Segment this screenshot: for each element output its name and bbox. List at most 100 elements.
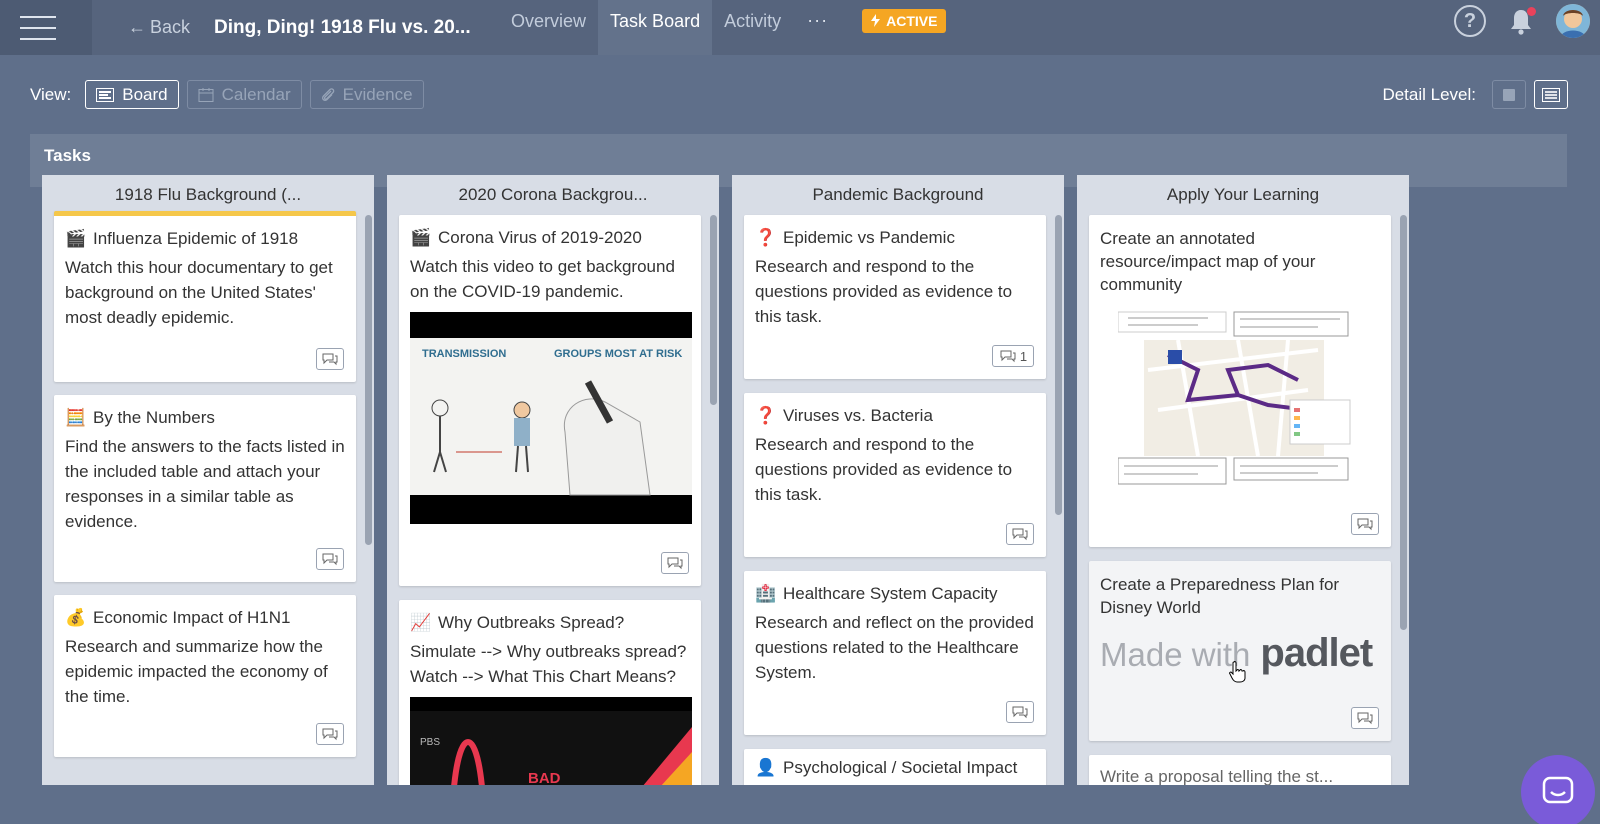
hospital-icon: 🏥 [755, 584, 777, 603]
column-scrollbar[interactable] [1055, 215, 1062, 515]
column-scrollbar[interactable] [710, 215, 717, 405]
card-title-row: 🎬 Influenza Epidemic of 1918 [65, 228, 345, 249]
calendar-icon [198, 87, 214, 102]
tab-overview[interactable]: Overview [499, 0, 598, 55]
chat-icon [1542, 776, 1574, 804]
map-thumbnail[interactable] [1117, 310, 1370, 488]
question-mark-icon: ❓ [755, 406, 777, 425]
detail-low-button[interactable] [1492, 80, 1526, 109]
task-card[interactable]: Create an annotated resource/impact map … [1089, 215, 1391, 547]
question-mark-icon: ❓ [755, 228, 777, 247]
card-description: Watch this hour documentary to get backg… [65, 258, 333, 327]
status-label: ACTIVE [886, 12, 938, 29]
chart-increasing-icon: 📈 [410, 613, 432, 632]
view-switcher: View: Board Calendar Evidence [30, 80, 424, 109]
evidence-label: Evidence [342, 84, 413, 104]
column-scrollbar[interactable] [1400, 215, 1407, 630]
card-description: Research and summarize how the epidemic … [65, 637, 328, 706]
lightning-icon [871, 14, 881, 27]
comment-icon[interactable] [661, 552, 689, 574]
card-title-row: 💰 Economic Impact of H1N1 [65, 607, 345, 628]
hand-cursor-icon [1229, 661, 1247, 688]
square-icon [1503, 88, 1515, 101]
task-card[interactable]: Write a proposal telling the st... [1089, 755, 1391, 785]
notification-dot [1527, 7, 1536, 16]
video-thumbnail[interactable]: PBS BAD [410, 697, 692, 785]
abacus-icon: 🧮 [65, 408, 87, 427]
task-card[interactable]: 🏥 Healthcare System Capacity Research an… [744, 571, 1046, 735]
column-title[interactable]: 1918 Flu Background (... [42, 175, 374, 215]
comment-icon[interactable] [316, 723, 344, 745]
project-title: Ding, Ding! 1918 Flu vs. 20... [214, 16, 471, 38]
comment-icon[interactable] [316, 348, 344, 370]
back-label: Back [150, 17, 191, 37]
thumb-label-bad: BAD [528, 770, 561, 785]
notification-bell-icon[interactable] [1508, 7, 1536, 35]
task-card[interactable]: 🧮 By the Numbers Find the answers to the… [54, 395, 356, 582]
task-card[interactable]: 💰 Economic Impact of H1N1 Research and s… [54, 595, 356, 757]
outbreak-video-image: PBS BAD [410, 697, 692, 785]
card-title: Influenza Epidemic of 1918 [93, 229, 299, 248]
status-badge: ACTIVE [862, 8, 947, 33]
comment-icon[interactable] [1006, 701, 1034, 723]
comment-icon[interactable]: 1 [992, 345, 1034, 367]
menu-line [20, 37, 56, 40]
card-title: By the Numbers [93, 408, 215, 427]
task-card[interactable]: ❓ Epidemic vs Pandemic Research and resp… [744, 215, 1046, 379]
task-column: Pandemic Background ❓ Epidemic vs Pandem… [732, 175, 1064, 785]
paperclip-icon [321, 87, 334, 101]
chat-support-button[interactable] [1521, 755, 1595, 824]
task-card[interactable]: ❓ Viruses vs. Bacteria Research and resp… [744, 393, 1046, 557]
list-icon [1542, 87, 1560, 102]
board-view-button[interactable]: Board [85, 80, 179, 109]
card-description: Create a Preparedness Plan for Disney Wo… [1100, 575, 1340, 617]
card-title: Epidemic vs Pandemic [783, 228, 955, 247]
comment-icon[interactable] [316, 548, 344, 570]
task-card[interactable]: 👤 Psychological / Societal Impact [744, 749, 1046, 785]
task-card[interactable]: 🎬 Influenza Epidemic of 1918 Watch this … [54, 211, 356, 382]
card-title-row: ❓ Viruses vs. Bacteria [755, 405, 1035, 426]
tab-task-board[interactable]: Task Board [598, 0, 713, 55]
card-description: Research and respond to the questions pr… [755, 257, 1013, 326]
top-right-tools: ? [1454, 0, 1590, 42]
task-card[interactable]: 📈 Why Outbreaks Spread? Simulate --> Why… [399, 600, 701, 785]
detail-high-button[interactable] [1534, 80, 1568, 109]
column-title[interactable]: Pandemic Background [732, 175, 1064, 215]
user-avatar[interactable] [1556, 4, 1590, 38]
detail-level: Detail Level: [1382, 80, 1568, 109]
view-label: View: [30, 84, 72, 104]
task-column: 2020 Corona Backgrou... 🎬 Corona Virus o… [387, 175, 719, 785]
card-title-row: 🏥 Healthcare System Capacity [755, 583, 1035, 604]
card-title: Viruses vs. Bacteria [783, 406, 933, 425]
comment-icon[interactable] [1351, 513, 1379, 535]
card-title: Psychological / Societal Impact [783, 758, 1018, 777]
calendar-view-button[interactable]: Calendar [186, 80, 302, 109]
community-map-image [1117, 310, 1370, 488]
comment-icon[interactable] [1006, 523, 1034, 545]
task-column: 1918 Flu Background (... 🎬 Influenza Epi… [42, 175, 374, 785]
column-scrollbar[interactable] [365, 215, 372, 545]
column-title[interactable]: 2020 Corona Backgrou... [387, 175, 719, 215]
tab-activity[interactable]: Activity [712, 0, 793, 55]
back-link[interactable]: ← Back [128, 17, 190, 38]
card-description: Write a proposal telling the st... [1100, 767, 1334, 785]
more-options-button[interactable]: ··· [793, 0, 842, 55]
arrow-left-icon: ← [128, 17, 146, 37]
board-icon [96, 87, 115, 102]
help-icon[interactable]: ? [1454, 5, 1486, 37]
padlet-made-with: Made with [1100, 636, 1251, 673]
column-title[interactable]: Apply Your Learning [1077, 175, 1409, 215]
comment-icon[interactable] [1351, 707, 1379, 729]
evidence-view-button[interactable]: Evidence [309, 80, 424, 109]
top-bar: ← Back Ding, Ding! 1918 Flu vs. 20... Ov… [0, 0, 1600, 55]
card-description: Create an annotated resource/impact map … [1100, 229, 1316, 294]
video-thumbnail[interactable]: TRANSMISSION GROUPS MOST AT RISK [410, 312, 692, 524]
card-title-row: 👤 Psychological / Societal Impact [755, 757, 1035, 778]
task-card[interactable]: 🎬 Corona Virus of 2019-2020 Watch this v… [399, 215, 701, 586]
hamburger-menu-button[interactable] [0, 0, 92, 55]
nav-tabs: Overview Task Board Activity ··· [499, 0, 842, 55]
card-title-row: 📈 Why Outbreaks Spread? [410, 612, 690, 633]
avatar-image [1556, 4, 1590, 38]
task-card[interactable]: Create a Preparedness Plan for Disney Wo… [1089, 561, 1391, 741]
card-description: Research and reflect on the provided que… [755, 613, 1034, 682]
